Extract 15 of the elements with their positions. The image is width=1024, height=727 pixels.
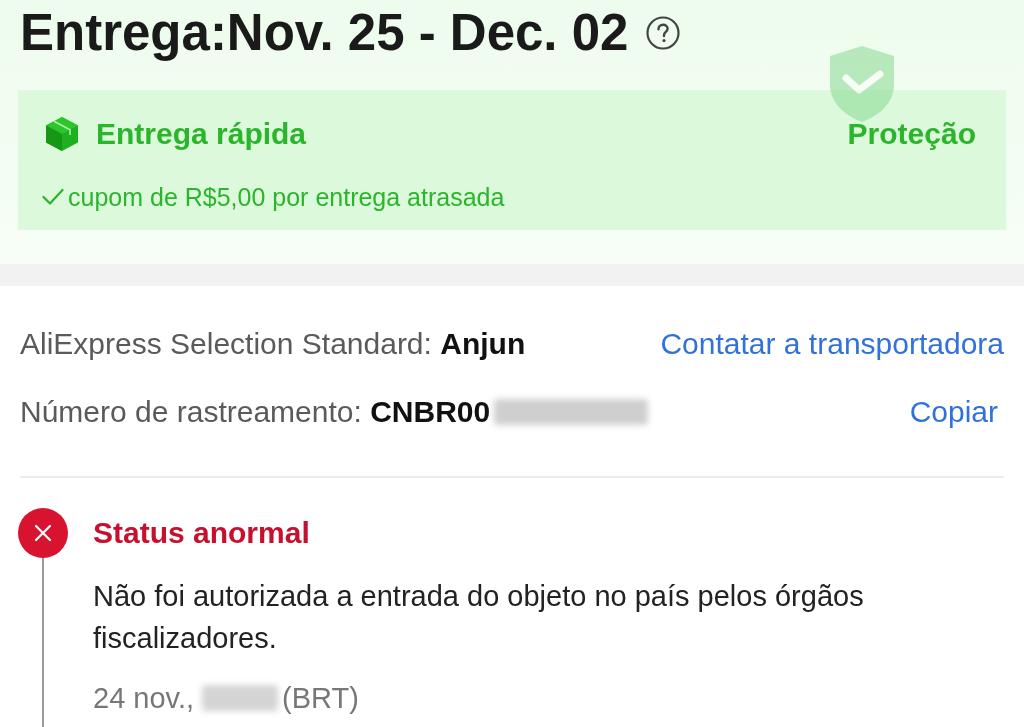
shipping-service-text: AliExpress Selection Standard: Anjun <box>20 326 526 362</box>
status-date: 24 nov., <box>93 681 195 716</box>
tracking-number-text: Número de rastreamento: CNBR00 <box>20 394 491 430</box>
status-title: Status anormal <box>93 515 310 551</box>
copy-button[interactable]: Copiar <box>909 392 998 432</box>
check-icon <box>42 188 64 206</box>
contact-carrier-link[interactable]: Contatar a transportadora <box>660 324 1004 364</box>
help-icon[interactable] <box>646 16 681 50</box>
late-delivery-coupon-text: cupom de R$5,00 por entrega atrasada <box>68 182 505 213</box>
fast-delivery-title: Entrega rápida <box>96 116 307 152</box>
package-cube-icon <box>44 116 80 152</box>
status-description: Não foi autorizada a entrada do objeto no país pelos órgãos fiscalizadores. <box>93 579 865 656</box>
protection-label: Proteção <box>847 116 976 152</box>
timezone-text: (BRT) <box>282 681 359 716</box>
delivery-date-title: Entrega:Nov. 25 - Dec. 02 <box>20 4 629 62</box>
